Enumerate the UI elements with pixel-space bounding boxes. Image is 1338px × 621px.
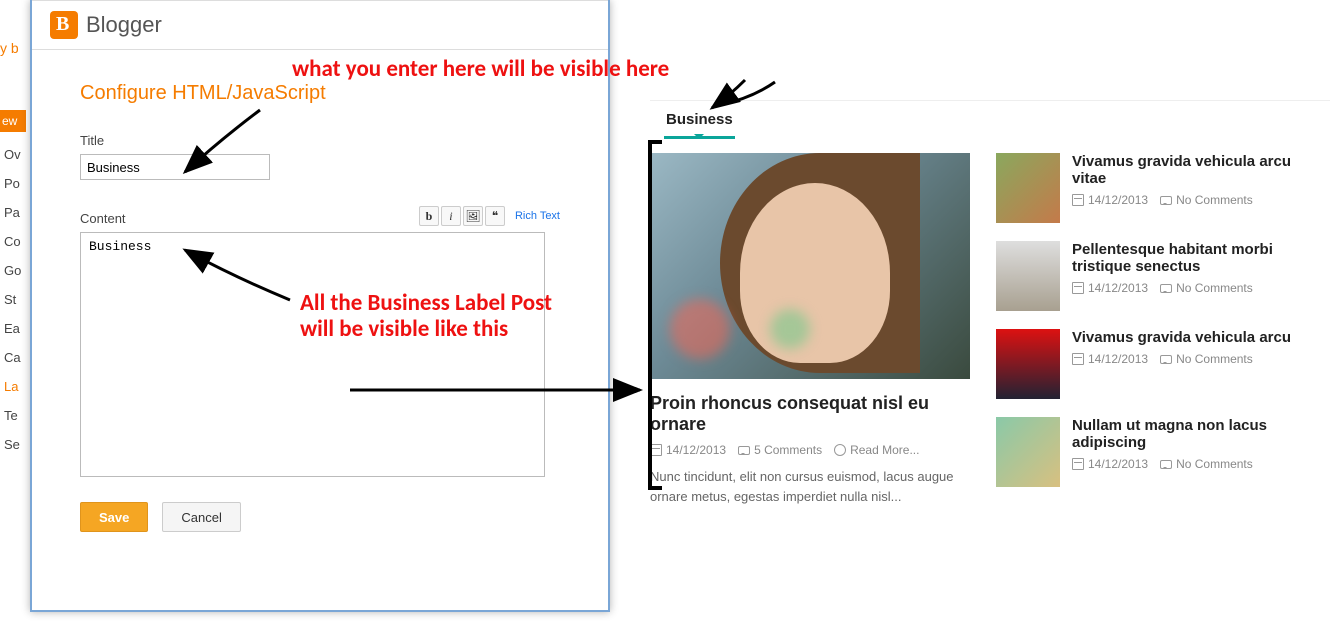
featured-title[interactable]: Proin rhoncus consequat nisl eu ornare	[650, 393, 970, 435]
content-textarea[interactable]	[80, 232, 545, 477]
content-label: Content	[80, 211, 126, 226]
featured-post[interactable]: Proin rhoncus consequat nisl eu ornare 1…	[650, 153, 970, 506]
post-comments[interactable]: No Comments	[1176, 352, 1253, 366]
new-post-button-fragment[interactable]: ew p	[0, 110, 26, 132]
title-input[interactable]	[80, 154, 270, 180]
widget-preview: Business Proin rhoncus consequat nisl eu…	[650, 100, 1330, 506]
sidebar-item[interactable]: Po	[0, 169, 30, 198]
gear-icon	[834, 444, 846, 456]
sidebar-item[interactable]: Se	[0, 430, 30, 459]
save-button[interactable]: Save	[80, 502, 148, 532]
post-comments[interactable]: No Comments	[1176, 281, 1253, 295]
editor-toolbar: b i 🖼 ❝ Rich Text	[419, 206, 560, 226]
image-button[interactable]: 🖼	[463, 206, 483, 226]
annotation-bracket	[648, 140, 662, 490]
featured-meta: 14/12/2013 5 Comments Read More...	[650, 443, 970, 457]
calendar-icon	[1072, 458, 1084, 470]
comment-icon	[1160, 284, 1172, 293]
sidebar-item[interactable]: Ov	[0, 140, 30, 169]
app-brand-fragment: y b	[0, 40, 30, 60]
comment-icon	[1160, 196, 1172, 205]
list-item[interactable]: Vivamus gravida vehicula arcu 14/12/2013…	[996, 329, 1306, 399]
blogger-icon	[50, 11, 78, 39]
comment-icon	[1160, 460, 1172, 469]
sidebar-item[interactable]: Ea	[0, 314, 30, 343]
sidebar-item[interactable]: Pa	[0, 198, 30, 227]
configure-widget-dialog: Blogger Configure HTML/JavaScript Title …	[30, 0, 610, 612]
bold-button[interactable]: b	[419, 206, 439, 226]
calendar-icon	[1072, 194, 1084, 206]
sidebar-item[interactable]: St	[0, 285, 30, 314]
richtext-link[interactable]: Rich Text	[515, 210, 560, 222]
cancel-button[interactable]: Cancel	[162, 502, 240, 532]
title-label: Title	[80, 133, 560, 148]
post-comments[interactable]: No Comments	[1176, 457, 1253, 471]
sidebar-item[interactable]: Go	[0, 256, 30, 285]
post-title[interactable]: Pellentesque habitant morbi tristique se…	[1072, 241, 1306, 275]
comment-icon	[738, 446, 750, 455]
post-date: 14/12/2013	[1088, 193, 1148, 207]
calendar-icon	[1072, 282, 1084, 294]
quote-button[interactable]: ❝	[485, 206, 505, 226]
post-thumbnail	[996, 417, 1060, 487]
post-title[interactable]: Vivamus gravida vehicula arcu vitae	[1072, 153, 1306, 187]
sidebar-item[interactable]: Ca	[0, 343, 30, 372]
post-comments[interactable]: No Comments	[1176, 193, 1253, 207]
italic-button[interactable]: i	[441, 206, 461, 226]
post-date: 14/12/2013	[1088, 281, 1148, 295]
dialog-title: Configure HTML/JavaScript	[80, 82, 560, 105]
featured-excerpt: Nunc tincidunt, elit non cursus euismod,…	[650, 467, 970, 506]
featured-date: 14/12/2013	[666, 443, 726, 457]
post-thumbnail	[996, 329, 1060, 399]
category-tab[interactable]: Business	[664, 105, 735, 139]
post-title[interactable]: Vivamus gravida vehicula arcu	[1072, 329, 1291, 346]
list-item[interactable]: Pellentesque habitant morbi tristique se…	[996, 241, 1306, 311]
post-thumbnail	[996, 153, 1060, 223]
readmore-link[interactable]: Read More...	[850, 443, 919, 457]
sidebar-item-layout[interactable]: La	[0, 372, 30, 401]
list-item[interactable]: Nullam ut magna non lacus adipiscing 14/…	[996, 417, 1306, 487]
post-date: 14/12/2013	[1088, 457, 1148, 471]
post-title[interactable]: Nullam ut magna non lacus adipiscing	[1072, 417, 1306, 451]
sidebar-nav: Ov Po Pa Co Go St Ea Ca La Te Se	[0, 140, 30, 459]
sidebar-item[interactable]: Te	[0, 401, 30, 430]
comment-icon	[1160, 355, 1172, 364]
sidebar-item[interactable]: Co	[0, 227, 30, 256]
blogger-wordmark: Blogger	[86, 12, 162, 38]
featured-comments[interactable]: 5 Comments	[754, 443, 822, 457]
post-thumbnail	[996, 241, 1060, 311]
featured-image	[650, 153, 970, 379]
list-item[interactable]: Vivamus gravida vehicula arcu vitae 14/1…	[996, 153, 1306, 223]
post-date: 14/12/2013	[1088, 352, 1148, 366]
dialog-header: Blogger	[32, 0, 608, 50]
calendar-icon	[1072, 353, 1084, 365]
blogger-logo: Blogger	[50, 11, 162, 39]
